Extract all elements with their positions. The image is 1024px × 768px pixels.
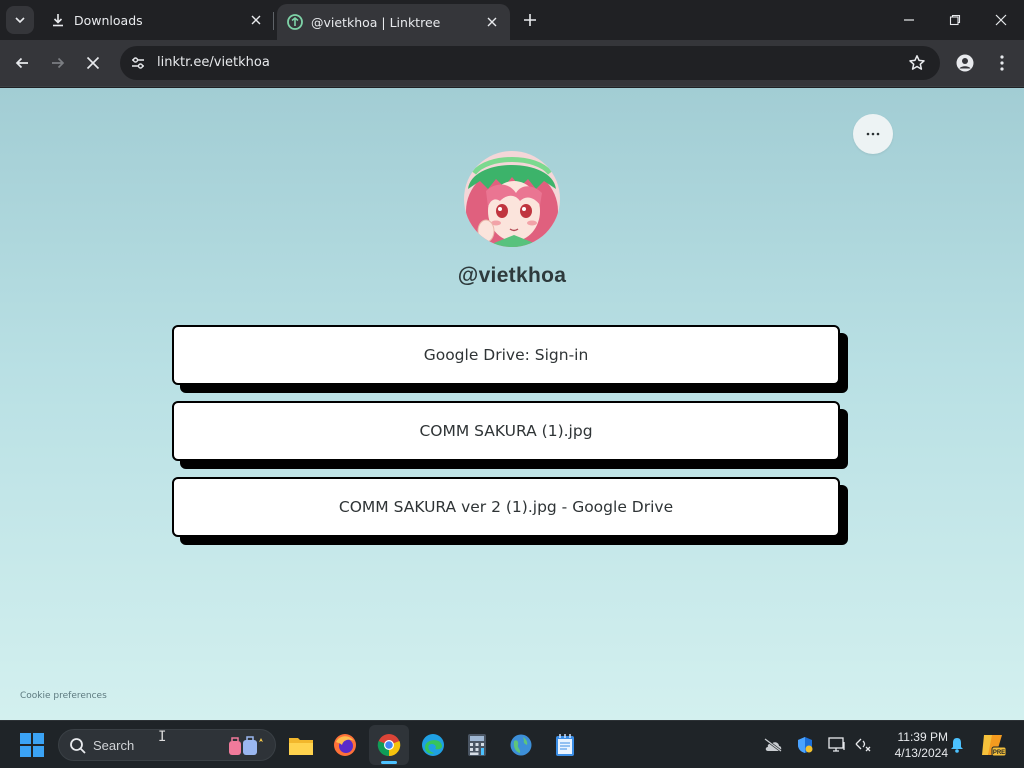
- arrow-left-icon: [15, 57, 28, 69]
- close-window-button[interactable]: [978, 0, 1024, 40]
- windows-logo-pane: [33, 746, 44, 757]
- cookie-preferences-link[interactable]: Cookie preferences: [20, 691, 107, 701]
- clock-date: 4/13/2024: [894, 746, 948, 760]
- windows-logo-pane: [20, 733, 31, 744]
- network-disconnected-icon[interactable]: [852, 734, 874, 756]
- link-item: COMM SAKURA ver 2 (1).jpg - Google Drive: [172, 477, 848, 553]
- download-icon: [50, 12, 66, 28]
- plus-icon: [524, 14, 536, 26]
- text-cursor-icon: I: [158, 729, 167, 745]
- close-tab-icon[interactable]: [482, 12, 502, 32]
- chevron-down-icon: [15, 17, 25, 24]
- clock-time: 11:39 PM: [897, 730, 948, 744]
- tab-downloads[interactable]: Downloads: [40, 0, 274, 40]
- link-item: COMM SAKURA (1).jpg: [172, 401, 848, 477]
- notification-bell-icon[interactable]: [946, 734, 968, 756]
- start-button[interactable]: [20, 733, 44, 757]
- tab-divider: [273, 12, 274, 30]
- more-vertical-icon: [1000, 55, 1004, 71]
- active-app-indicator: [381, 761, 397, 764]
- close-icon: [995, 14, 1007, 26]
- more-horizontal-icon: [866, 132, 880, 136]
- stop-icon: [86, 56, 100, 70]
- restore-button[interactable]: [932, 0, 978, 40]
- link-button-comm-sakura[interactable]: COMM SAKURA (1).jpg: [172, 401, 840, 461]
- calculator-icon[interactable]: [457, 725, 497, 765]
- display-icon[interactable]: [826, 734, 848, 756]
- link-button-comm-sakura-ver2[interactable]: COMM SAKURA ver 2 (1).jpg - Google Drive: [172, 477, 840, 537]
- windows-logo-pane: [20, 746, 31, 757]
- url-text[interactable]: linktr.ee/vietkhoa: [157, 55, 270, 70]
- svg-text:PRE: PRE: [993, 750, 1005, 756]
- bookmark-star-icon[interactable]: [906, 52, 928, 74]
- onedrive-offline-icon[interactable]: [762, 734, 784, 756]
- share-menu-button[interactable]: [853, 114, 893, 154]
- file-explorer-icon[interactable]: [281, 725, 321, 765]
- link-list: Google Drive: Sign-in COMM SAKURA (1).jp…: [172, 325, 848, 553]
- tab-title: @vietkhoa | Linktree: [311, 14, 441, 30]
- minimize-button[interactable]: [886, 0, 932, 40]
- tab-title: Downloads: [74, 12, 143, 28]
- minimize-icon: [904, 19, 914, 21]
- new-tab-button[interactable]: [518, 8, 542, 32]
- browser-toolbar: linktr.ee/vietkhoa: [0, 40, 1024, 87]
- arrow-right-icon: [52, 57, 65, 69]
- avatar: [464, 151, 560, 247]
- back-button[interactable]: [7, 48, 37, 78]
- edge-icon[interactable]: [413, 725, 453, 765]
- profile-username: @vietkhoa: [457, 264, 567, 287]
- link-button-google-drive-sign-in[interactable]: Google Drive: Sign-in: [172, 325, 840, 385]
- taskbar-search-label: Search: [93, 738, 135, 753]
- address-bar[interactable]: linktr.ee/vietkhoa: [120, 46, 940, 80]
- restore-icon: [949, 14, 961, 26]
- browser-menu-button[interactable]: [987, 48, 1017, 78]
- tab-linktree[interactable]: @vietkhoa | Linktree: [277, 4, 510, 40]
- windows-logo-pane: [33, 733, 44, 744]
- chrome-icon[interactable]: [369, 725, 409, 765]
- search-highlight-icon: [229, 736, 263, 755]
- profile-button[interactable]: [950, 48, 980, 78]
- taskbar: Search I 11:39 PM 4/13/2024 PRE: [0, 720, 1024, 768]
- notepad-icon[interactable]: [545, 725, 585, 765]
- stop-loading-button[interactable]: [78, 48, 108, 78]
- linktree-icon: [287, 14, 303, 30]
- system-clock[interactable]: 11:39 PM 4/13/2024: [878, 729, 948, 761]
- account-icon: [956, 54, 974, 72]
- maps-icon[interactable]: [501, 725, 541, 765]
- search-icon: [70, 738, 86, 754]
- site-settings-icon[interactable]: [126, 51, 150, 75]
- close-tab-icon[interactable]: [246, 10, 266, 30]
- tab-strip: Downloads @vietkhoa | Linktree: [0, 0, 1024, 40]
- forward-button[interactable]: [43, 48, 73, 78]
- taskbar-search[interactable]: Search: [58, 729, 276, 761]
- linktree-page: @vietkhoa Google Drive: Sign-in COMM SAK…: [0, 88, 1024, 720]
- firefox-icon[interactable]: [325, 725, 365, 765]
- link-item: Google Drive: Sign-in: [172, 325, 848, 401]
- windows-security-icon[interactable]: [794, 734, 816, 756]
- tab-search-button[interactable]: [6, 6, 34, 34]
- copilot-pre-icon[interactable]: PRE: [980, 734, 1006, 757]
